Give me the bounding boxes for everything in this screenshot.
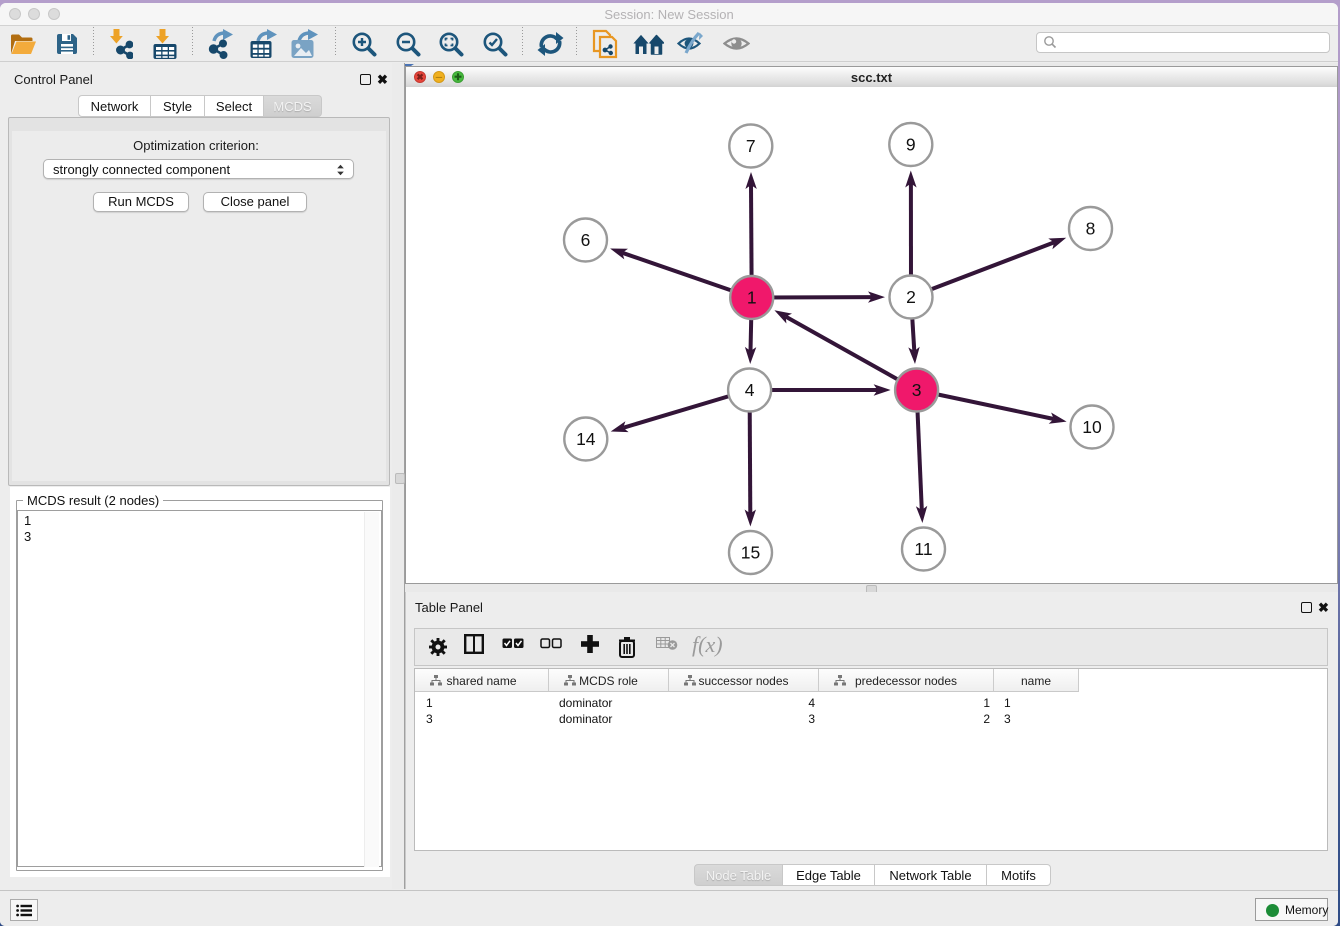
svg-text:2: 2 [906, 287, 916, 307]
svg-text:10: 10 [1082, 417, 1102, 437]
svg-text:11: 11 [914, 539, 932, 559]
svg-text:15: 15 [741, 543, 760, 563]
svg-text:9: 9 [906, 135, 916, 155]
svg-text:6: 6 [581, 230, 591, 250]
svg-text:3: 3 [912, 380, 922, 400]
svg-text:14: 14 [576, 429, 596, 449]
svg-text:4: 4 [745, 380, 755, 400]
svg-text:7: 7 [746, 136, 756, 156]
svg-text:8: 8 [1086, 219, 1096, 239]
svg-text:1: 1 [747, 288, 757, 308]
